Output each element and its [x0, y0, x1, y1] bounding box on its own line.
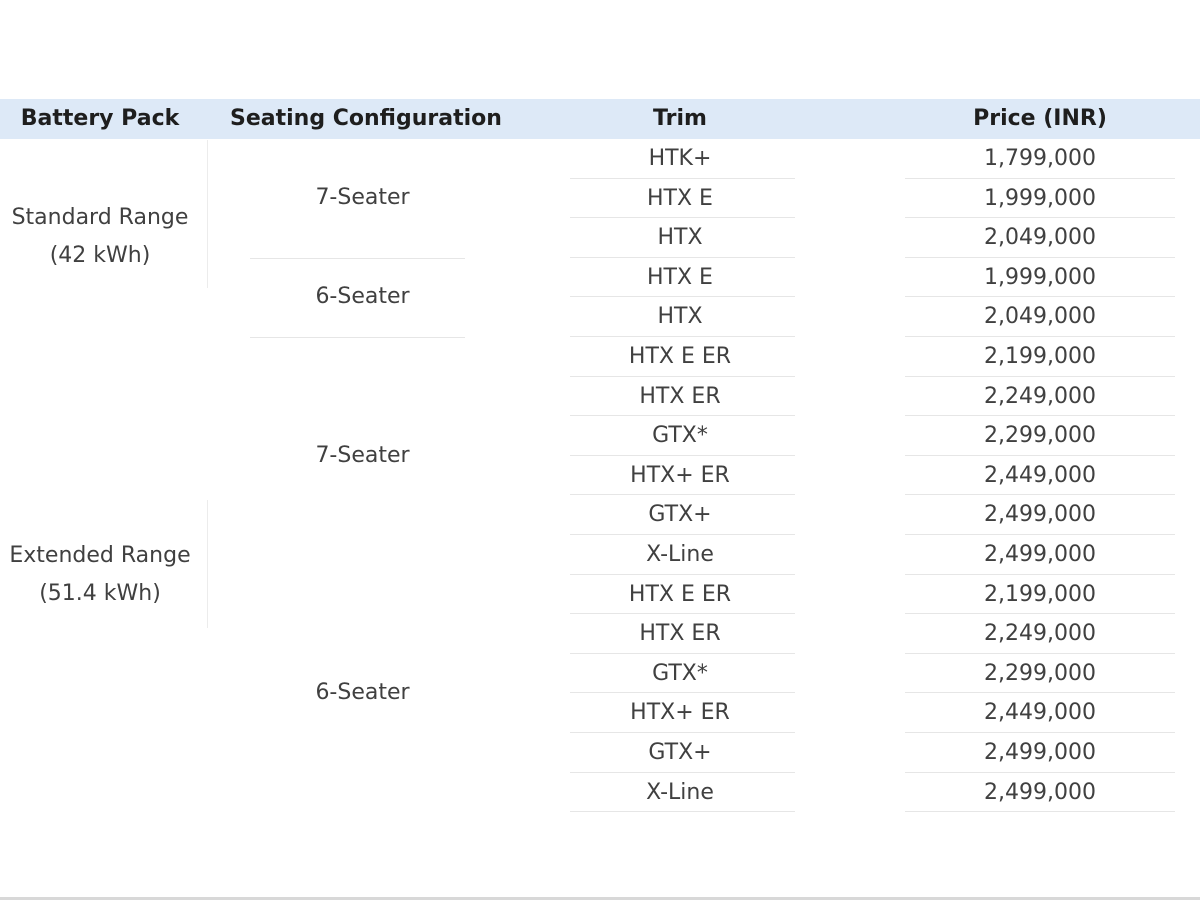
- battery-pack-capacity: (51.4 kWh): [39, 581, 161, 606]
- column-separator: [207, 140, 208, 288]
- trim-cell: HTX E: [647, 185, 713, 211]
- trim-cell: X-Line: [646, 779, 714, 805]
- row-divider: [570, 811, 795, 813]
- price-cell: 2,449,000: [984, 700, 1096, 726]
- trim-cell: HTX: [657, 304, 703, 330]
- battery-pack-capacity: (42 kWh): [49, 243, 151, 268]
- price-cell: 1,999,000: [984, 185, 1096, 211]
- price-cell: 2,249,000: [984, 621, 1096, 647]
- column-separator: [207, 500, 208, 628]
- price-cell: 2,499,000: [984, 542, 1096, 567]
- trim-cell: GTX*: [652, 423, 708, 449]
- trim-cell: HTX+ ER: [630, 700, 730, 726]
- price-cell: 2,499,000: [984, 502, 1096, 528]
- price-cell: 2,049,000: [984, 304, 1096, 330]
- battery-pack-name: Standard Range: [11, 205, 189, 230]
- battery-pack-name: Extended Range: [9, 543, 191, 568]
- price-cell: 2,499,000: [984, 779, 1096, 805]
- header-battery-pack: Battery Pack: [20, 106, 180, 131]
- row-divider: [905, 811, 1175, 813]
- price-cell: 2,049,000: [984, 225, 1096, 251]
- price-cell: 1,799,000: [984, 146, 1096, 171]
- trim-cell: HTX: [657, 225, 703, 251]
- trim-cell: HTX+ ER: [630, 462, 730, 488]
- trim-cell: GTX*: [652, 660, 708, 686]
- price-cell: 2,299,000: [984, 423, 1096, 449]
- header-seating-configuration: Seating Configuration: [230, 106, 502, 131]
- battery-pack-standard: Standard Range (42 kWh): [0, 199, 200, 275]
- price-cell: 2,249,000: [984, 383, 1096, 409]
- trim-cell: HTX ER: [639, 383, 721, 409]
- header-price: Price (INR): [973, 106, 1107, 131]
- header-trim: Trim: [653, 106, 707, 131]
- seating-group-divider: [250, 258, 465, 259]
- seating-group-divider: [250, 337, 465, 338]
- seating-group: 7-Seater: [315, 185, 410, 210]
- seating-group: 6-Seater: [315, 284, 410, 309]
- trim-cell: GTX+: [648, 502, 712, 528]
- trim-cell: HTX E ER: [628, 344, 732, 369]
- trim-cell: GTX+: [648, 740, 712, 765]
- price-cell: 2,199,000: [984, 344, 1096, 369]
- battery-pack-extended: Extended Range (51.4 kWh): [0, 537, 200, 613]
- price-cell: 2,199,000: [984, 581, 1096, 607]
- price-cell: 2,299,000: [984, 660, 1096, 686]
- trim-cell: HTX E: [647, 264, 713, 290]
- price-cell: 2,499,000: [984, 740, 1096, 765]
- trim-cell: X-Line: [646, 542, 714, 567]
- trim-cell: HTX ER: [639, 621, 721, 647]
- trim-cell: HTK+: [648, 146, 712, 171]
- seating-group: 6-Seater: [315, 680, 410, 705]
- price-cell: 2,449,000: [984, 462, 1096, 488]
- seating-group: 7-Seater: [315, 443, 410, 468]
- price-cell: 1,999,000: [984, 264, 1096, 290]
- trim-cell: HTX E ER: [628, 581, 732, 607]
